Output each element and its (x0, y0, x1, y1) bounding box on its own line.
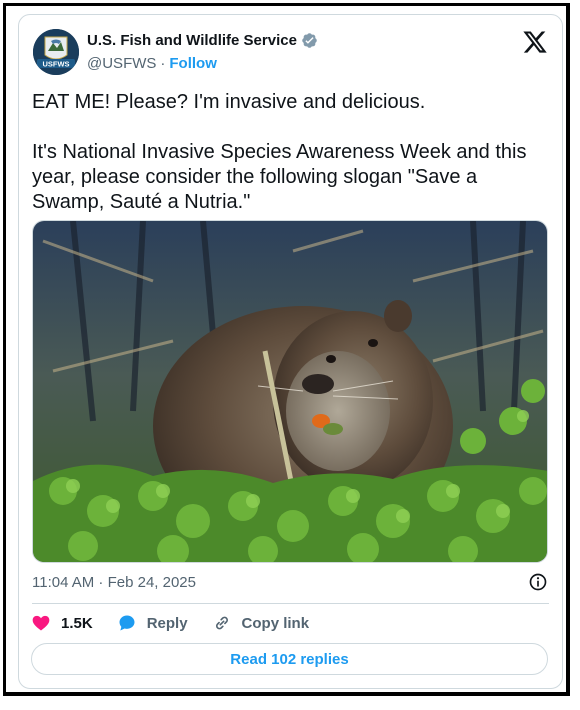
account-handle[interactable]: @USFWS (87, 55, 156, 72)
account-name[interactable]: U.S. Fish and Wildlife Service (87, 32, 297, 49)
handle-row: @USFWS · Follow (87, 55, 217, 72)
tweet-card: USFWS U.S. Fish and Wildlife Service @US… (18, 14, 563, 689)
read-replies-button[interactable]: Read 102 replies (31, 643, 548, 675)
tweet-photo-nutria[interactable] (32, 220, 548, 563)
avatar[interactable]: USFWS (33, 29, 79, 75)
copy-link-label: Copy link (241, 614, 310, 632)
copy-link-button[interactable]: Copy link (212, 613, 310, 633)
reply-bubble-icon (119, 615, 135, 631)
like-button[interactable]: 1.5K (31, 613, 93, 633)
tweet-text: EAT ME! Please? I'm invasive and delicio… (32, 91, 527, 213)
verified-badge-icon (302, 33, 317, 48)
like-count: 1.5K (61, 614, 93, 632)
info-icon[interactable] (528, 572, 548, 592)
avatar-text: USFWS (42, 60, 69, 69)
link-icon (215, 616, 228, 630)
heart-icon (32, 615, 50, 631)
reply-button[interactable]: Reply (117, 613, 188, 633)
tweet-timestamp[interactable]: 11:04 AM · Feb 24, 2025 (32, 574, 196, 591)
action-bar: 1.5K Reply Copy link (31, 613, 333, 633)
follow-button[interactable]: Follow (169, 55, 217, 72)
divider (32, 603, 549, 604)
separator-dot: · (160, 55, 166, 72)
reply-label: Reply (146, 614, 188, 632)
screenshot-frame: USFWS U.S. Fish and Wildlife Service @US… (3, 3, 570, 696)
x-logo-icon[interactable] (522, 29, 548, 55)
account-name-row: U.S. Fish and Wildlife Service (87, 32, 318, 49)
